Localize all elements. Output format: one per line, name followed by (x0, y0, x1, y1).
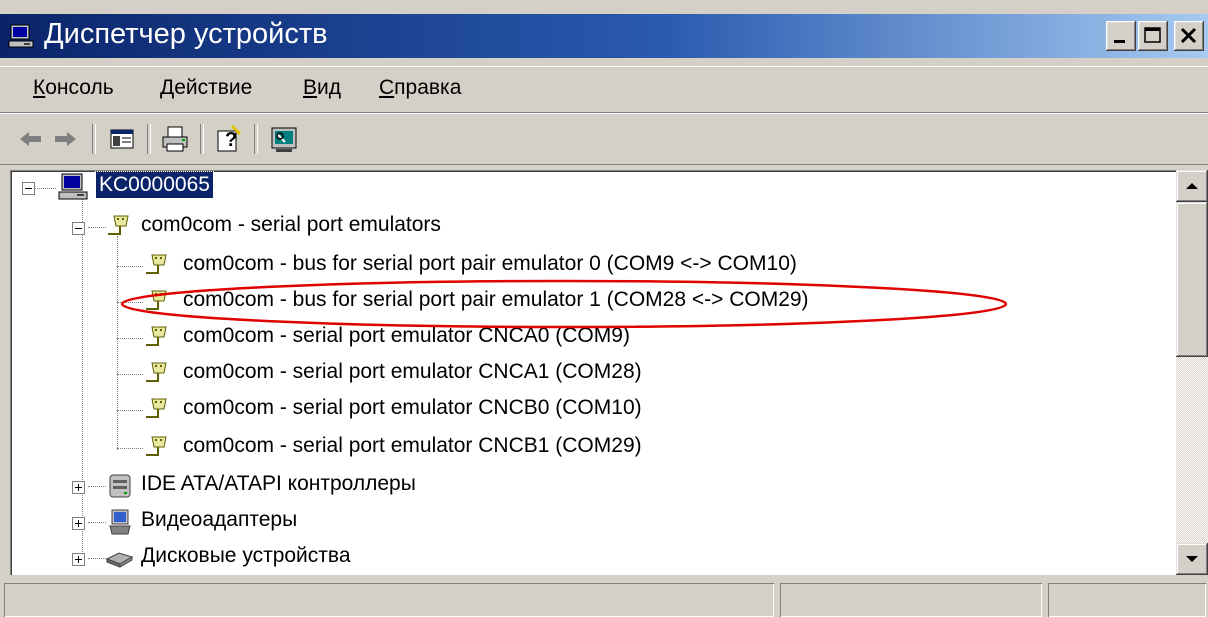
device-label: com0com - serial port emulator CNCB0 (CO… (183, 396, 642, 419)
status-cell-middle (780, 583, 1042, 617)
device-label: com0com - serial port emulator CNCA1 (CO… (183, 360, 642, 383)
computer-icon (8, 23, 34, 49)
divider (0, 164, 1208, 165)
vertical-scrollbar[interactable] (1176, 170, 1208, 575)
expand-toggle[interactable] (72, 517, 85, 530)
expand-toggle[interactable] (72, 481, 85, 494)
port-icon (104, 212, 134, 242)
tree-item-child[interactable]: com0com - bus for serial port pair emula… (10, 249, 1010, 285)
menu-bar: Консоль Действие Вид Справка (0, 70, 1208, 110)
scroll-down-button[interactable] (1176, 543, 1208, 575)
maximize-button[interactable] (1138, 21, 1168, 51)
toolbar-separator (92, 124, 96, 154)
tree-item-child[interactable]: com0com - serial port emulator CNCA1 (CO… (10, 357, 1010, 393)
tree-item-category[interactable]: Видеоадаптеры (10, 505, 610, 541)
scan-hardware-button[interactable] (267, 122, 301, 156)
status-bar (0, 580, 1208, 617)
expand-toggle[interactable] (72, 553, 85, 566)
menu-console[interactable]: Консоль (33, 76, 114, 100)
device-manager-window: Диспетчер устройств Консоль Действие Вид… (0, 0, 1208, 617)
toolbar-separator (147, 124, 151, 154)
tree-item-child[interactable]: com0com - serial port emulator CNCB1 (CO… (10, 431, 1010, 467)
tree-item-root[interactable]: KC0000065 (10, 170, 410, 206)
device-label: com0com - bus for serial port pair emula… (183, 288, 809, 311)
close-button[interactable] (1174, 21, 1204, 51)
divider (0, 66, 1208, 67)
menu-help[interactable]: Справка (379, 76, 461, 100)
forward-button[interactable] (48, 122, 82, 156)
group-label: com0com - serial port emulators (141, 213, 441, 236)
device-label: com0com - serial port emulator CNCB1 (CO… (183, 434, 642, 457)
collapse-toggle[interactable] (72, 222, 85, 235)
print-button[interactable] (158, 122, 192, 156)
back-button[interactable] (14, 122, 48, 156)
tree-item-child[interactable]: com0com - serial port emulator CNCB0 (CO… (10, 393, 1010, 429)
toolbar: ? (0, 116, 1208, 162)
port-icon (142, 251, 172, 281)
disk-controller-icon (104, 471, 134, 501)
svg-text:?: ? (225, 129, 237, 151)
port-icon (142, 287, 172, 317)
tree-item-category[interactable]: IDE ATA/ATAPI контроллеры (10, 469, 610, 505)
computer-name: KC0000065 (95, 171, 214, 199)
category-label: Дисковые устройства (141, 544, 351, 567)
port-icon (142, 395, 172, 425)
menu-action[interactable]: Действие (160, 76, 252, 100)
scrollbar-thumb[interactable] (1176, 202, 1208, 357)
title-bar[interactable]: Диспетчер устройств (0, 14, 1208, 58)
window-title: Диспетчер устройств (44, 18, 328, 50)
category-label: IDE ATA/ATAPI контроллеры (141, 472, 416, 495)
status-cell-right (1048, 583, 1206, 617)
computer-icon (58, 172, 88, 202)
show-hide-tree-button[interactable] (105, 122, 139, 156)
disk-drive-icon (104, 543, 134, 573)
tree-item-category[interactable]: Дисковые устройства (10, 541, 610, 575)
device-label: com0com - bus for serial port pair emula… (183, 252, 797, 275)
port-icon (142, 323, 172, 353)
toolbar-separator (254, 124, 258, 154)
collapse-toggle[interactable] (22, 182, 35, 195)
device-tree: KC0000065 com0com - serial port emulator… (10, 170, 1208, 575)
menu-view[interactable]: Вид (303, 76, 341, 100)
scroll-up-button[interactable] (1176, 170, 1208, 202)
status-cell-main (4, 583, 774, 617)
toolbar-separator (200, 124, 204, 154)
tree-item-group[interactable]: com0com - serial port emulators (10, 210, 610, 246)
port-icon (142, 433, 172, 463)
category-label: Видеоадаптеры (141, 508, 298, 531)
minimize-button[interactable] (1106, 21, 1136, 51)
port-icon (142, 359, 172, 389)
device-label: com0com - serial port emulator CNCA0 (CO… (183, 324, 630, 347)
tree-item-child[interactable]: com0com - serial port emulator CNCA0 (CO… (10, 321, 1010, 357)
help-button[interactable]: ? (212, 122, 246, 156)
display-adapter-icon (104, 507, 134, 537)
tree-item-child[interactable]: com0com - bus for serial port pair emula… (10, 285, 1010, 321)
divider (0, 113, 1208, 114)
